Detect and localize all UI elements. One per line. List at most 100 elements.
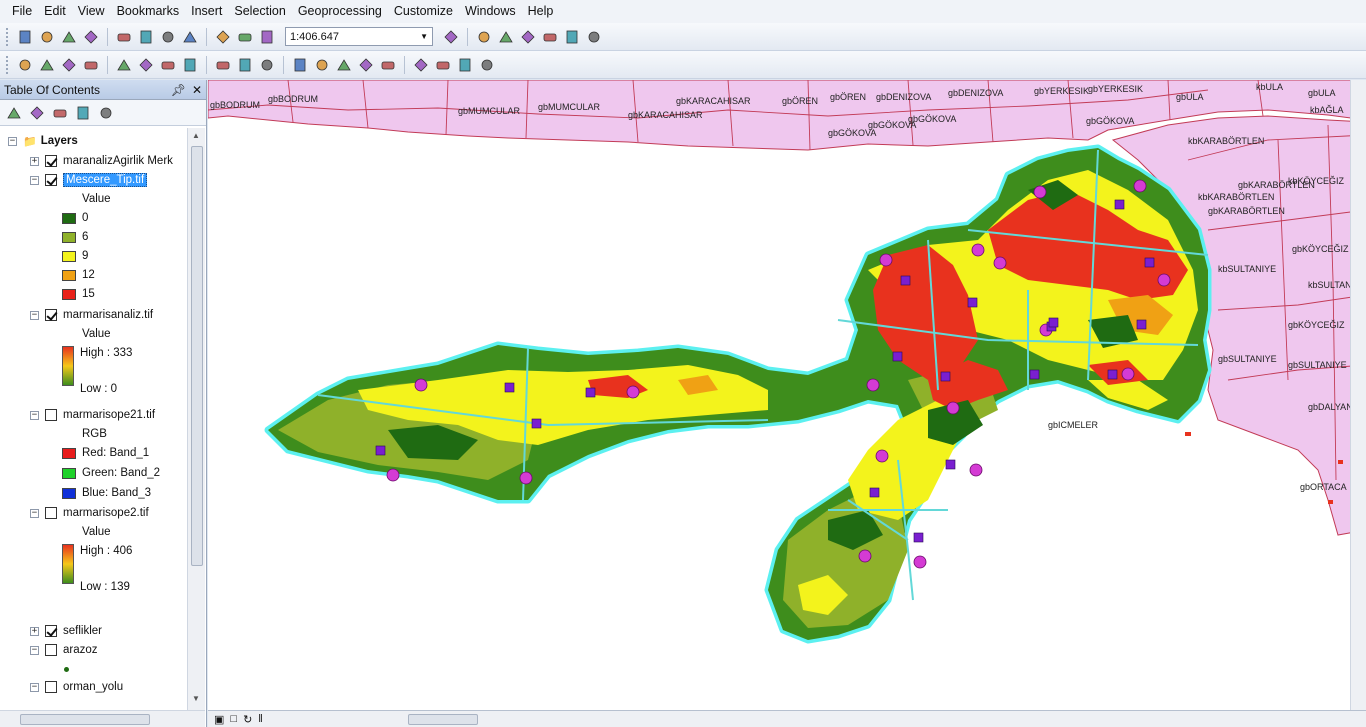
toolbar-grip[interactable] xyxy=(6,55,10,74)
toc-layer-row[interactable]: − arazoz xyxy=(30,641,98,659)
layer-visibility-checkbox[interactable] xyxy=(45,409,57,421)
python-button[interactable] xyxy=(562,27,582,47)
collapse-icon[interactable]: − xyxy=(30,410,39,420)
add-data-button[interactable] xyxy=(257,27,277,47)
hyperlink-button[interactable] xyxy=(312,55,332,75)
menu-edit[interactable]: Edit xyxy=(38,0,72,23)
scroll-down-icon[interactable]: ▼ xyxy=(192,694,200,703)
collapse-icon[interactable]: − xyxy=(8,136,17,146)
expand-icon[interactable]: + xyxy=(30,156,39,166)
fixed-zoom-in-button[interactable] xyxy=(114,55,134,75)
full-extent-button[interactable] xyxy=(81,55,101,75)
layer-visibility-checkbox[interactable] xyxy=(45,155,57,167)
layer-visibility-checkbox[interactable] xyxy=(45,174,57,186)
menu-bookmarks[interactable]: Bookmarks xyxy=(111,0,186,23)
fixed-zoom-out-button[interactable] xyxy=(136,55,156,75)
menu-customize[interactable]: Customize xyxy=(388,0,459,23)
list-by-visibility-button[interactable] xyxy=(50,103,70,123)
paste-button[interactable] xyxy=(158,27,178,47)
list-by-drawing-order-button[interactable] xyxy=(4,103,24,123)
catalog-button[interactable] xyxy=(518,27,538,47)
list-by-source-button[interactable] xyxy=(27,103,47,123)
toc-horizontal-scrollbar[interactable] xyxy=(0,710,205,727)
study-area-raster[interactable] xyxy=(264,144,1212,644)
map-canvas[interactable]: gbBODRUM gbBODRUM gbMUMCULAR gbMUMCULAR gbKA… xyxy=(208,80,1366,710)
toc-layer-row[interactable]: − marmarisope21.tif xyxy=(30,406,155,424)
menu-insert[interactable]: Insert xyxy=(185,0,228,23)
undo-button[interactable] xyxy=(213,27,233,47)
collapse-icon[interactable]: − xyxy=(30,175,39,185)
open-folder-button[interactable] xyxy=(37,27,57,47)
editor-button[interactable] xyxy=(441,27,461,47)
copy-button[interactable] xyxy=(136,27,156,47)
new-document-button[interactable] xyxy=(15,27,35,47)
toolbar-grip[interactable] xyxy=(6,27,10,46)
save-button[interactable] xyxy=(59,27,79,47)
layout-view-icon[interactable]: ▣ xyxy=(214,713,224,726)
toc-layer-row[interactable]: + seflikler xyxy=(30,622,102,640)
toc-layer-row[interactable]: − Mescere_Tip.tif xyxy=(30,171,148,189)
collapse-icon[interactable]: − xyxy=(30,508,39,518)
viewer-button[interactable] xyxy=(477,55,497,75)
toc-vertical-scrollbar[interactable]: ▲ ▼ xyxy=(187,128,205,710)
toc-hscroll-thumb[interactable] xyxy=(20,714,150,725)
pin-icon[interactable]: 📌︎ xyxy=(171,83,186,97)
measure-button[interactable] xyxy=(356,55,376,75)
find-route-button[interactable] xyxy=(411,55,431,75)
collapse-icon[interactable]: − xyxy=(30,310,39,320)
zoom-out-button[interactable] xyxy=(37,55,57,75)
layer-visibility-checkbox[interactable] xyxy=(45,681,57,693)
menu-geoprocessing[interactable]: Geoprocessing xyxy=(292,0,388,23)
layer-visibility-checkbox[interactable] xyxy=(45,507,57,519)
toc-layer-row[interactable]: − marmarisanaliz.tif xyxy=(30,306,153,324)
select-features-button[interactable] xyxy=(213,55,233,75)
redo-button[interactable] xyxy=(235,27,255,47)
refresh-icon[interactable]: ↻ xyxy=(243,713,252,726)
layout-button[interactable] xyxy=(496,27,516,47)
map-drawing[interactable]: gbBODRUM gbBODRUM gbMUMCULAR gbMUMCULAR gbKA… xyxy=(208,80,1366,710)
toc-root-row[interactable]: − 📁 Layers xyxy=(8,132,78,150)
options-button[interactable] xyxy=(96,103,116,123)
html-popup-button[interactable] xyxy=(334,55,354,75)
menu-windows[interactable]: Windows xyxy=(459,0,522,23)
map-scale-dropdown[interactable]: 1:406.647 ▼ xyxy=(285,27,433,46)
collapse-icon[interactable]: − xyxy=(30,645,39,655)
select-elements-button[interactable] xyxy=(257,55,277,75)
layer-visibility-checkbox[interactable] xyxy=(45,625,57,637)
find-button[interactable] xyxy=(378,55,398,75)
toc-layer-row[interactable]: − orman_yolu xyxy=(30,678,123,696)
xy-button[interactable] xyxy=(433,55,453,75)
collapse-icon[interactable]: − xyxy=(30,682,39,692)
map-hscroll-thumb[interactable] xyxy=(408,714,478,725)
layer-visibility-checkbox[interactable] xyxy=(45,644,57,656)
expand-icon[interactable]: + xyxy=(30,626,39,636)
menu-help[interactable]: Help xyxy=(522,0,560,23)
menu-file[interactable]: File xyxy=(6,0,38,23)
time-slider-button[interactable] xyxy=(455,55,475,75)
scroll-up-icon[interactable]: ▲ xyxy=(192,131,200,140)
layer-visibility-checkbox[interactable] xyxy=(45,309,57,321)
forward-button[interactable] xyxy=(180,55,200,75)
close-icon[interactable]: ✕ xyxy=(192,83,202,97)
data-view-icon[interactable]: □ xyxy=(230,713,237,725)
arctoolbox-button[interactable] xyxy=(540,27,560,47)
delete-button[interactable] xyxy=(180,27,200,47)
cut-button[interactable] xyxy=(114,27,134,47)
zoom-in-button[interactable] xyxy=(15,55,35,75)
table-button[interactable] xyxy=(474,27,494,47)
clear-selection-button[interactable] xyxy=(235,55,255,75)
back-button[interactable] xyxy=(158,55,178,75)
toc-scroll-thumb[interactable] xyxy=(191,146,203,566)
list-by-selection-button[interactable] xyxy=(73,103,93,123)
menu-selection[interactable]: Selection xyxy=(228,0,291,23)
toc-layer-row[interactable]: + maranalizAgirlik Merk xyxy=(30,152,173,170)
model-button[interactable] xyxy=(584,27,604,47)
toc-layer-row[interactable]: − marmarisope2.tif xyxy=(30,504,149,522)
pan-button[interactable] xyxy=(59,55,79,75)
pause-drawing-icon[interactable]: ‖ xyxy=(258,713,263,725)
legend-class-row: 0 xyxy=(62,209,88,227)
print-button[interactable] xyxy=(81,27,101,47)
menu-view[interactable]: View xyxy=(72,0,111,23)
map-vertical-scrollbar[interactable] xyxy=(1350,80,1366,710)
identify-button[interactable] xyxy=(290,55,310,75)
